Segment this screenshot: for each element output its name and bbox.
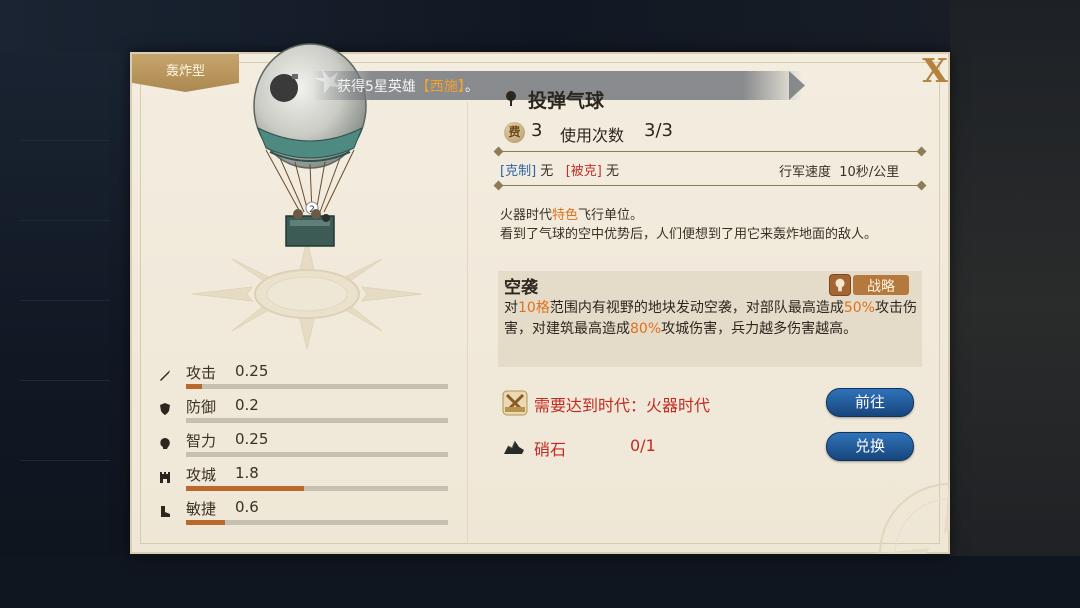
skill-name: 空袭 [504,278,538,298]
stat-bar-fill [186,520,226,525]
stat-intelligence: 智力 0.25 [158,430,458,460]
stat-bar-fill [186,486,304,491]
strategy-icon [829,274,851,296]
go-button[interactable]: 前往 [826,388,914,417]
march-speed: 行军速度 10秒/公里 [779,161,899,180]
stat-label: 敏捷 [186,500,217,518]
background-top [0,0,1080,52]
saltpeter-icon [504,440,524,454]
stat-value: 0.6 [235,498,259,516]
close-button[interactable]: X [916,54,954,88]
background-bottom [0,556,1080,608]
counter-row: [克制] 无 [被克] 无 [500,160,619,179]
divider-rule [498,151,922,152]
stat-bar [186,418,448,423]
cost-value: 3 [531,120,543,141]
stat-bar [186,452,448,457]
stat-agility: 敏捷 0.6 [158,498,458,528]
notice-prefix: 获得5星英雄 [337,79,416,95]
stat-label: 防御 [186,398,217,416]
stat-label: 攻城 [186,466,217,484]
brain-icon [160,438,170,449]
counter-value: 无 [540,164,554,179]
boot-icon [161,506,170,517]
uses-label: 使用次数 [560,126,625,145]
shield-icon [160,403,170,415]
stat-value: 0.2 [235,396,259,414]
unit-detail-panel: 2 轰炸型 获得5星英雄【西施】。 X 攻击 0.25 防御 0.2 智力 0.… [130,43,950,554]
desc-line-1: 火器时代特色飞行单位。 [500,208,644,223]
castle-icon [160,472,170,483]
stat-bar [186,486,448,491]
march-speed-label: 行军速度 [779,165,832,180]
stat-bar [186,384,448,389]
stat-label: 智力 [186,432,217,450]
stat-siege: 攻城 1.8 [158,464,458,494]
stat-value: 1.8 [235,464,259,482]
stat-value: 0.25 [235,362,269,380]
sword-icon [160,370,170,381]
background-left [0,0,130,608]
era-requirement-text: 需要达到时代：火器时代 [534,396,711,415]
desc-line-2: 看到了气球的空中优势后，人们便想到了用它来轰炸地面的敌人。 [500,227,878,242]
notice-suffix: 。 [464,79,479,95]
countered-label: [被克] [565,164,602,179]
unit-type-label: 轰炸型 [165,64,205,79]
notice-hero-name: 【西施】 [415,79,465,95]
resource-name: 硝石 [534,440,567,459]
divider-rule [498,185,922,186]
countered-value: 无 [606,164,620,179]
stat-defense: 防御 0.2 [158,396,458,426]
stat-bar [186,520,448,525]
background-right [950,0,1080,608]
skill-tag: 战略 [829,274,917,296]
unit-name: 投弹气球 [528,90,605,112]
uses-value: 3/3 [644,120,673,141]
skill-box: 空袭 战略 对10格范围内有视野的地块发动空袭，对部队最高造成50%攻击伤害，对… [498,271,922,367]
counter-label: [克制] [500,164,537,179]
corner-decoration [870,474,950,554]
skill-tag-label: 战略 [867,279,895,295]
notice-text: 获得5星英雄【西施】。 [337,76,479,96]
skill-description: 对10格范围内有视野的地块发动空袭，对部队最高造成50%攻击伤害，对建筑最高造成… [504,300,917,337]
march-speed-value: 10秒/公里 [839,165,900,180]
unit-description: 火器时代特色飞行单位。 看到了气球的空中优势后，人们便想到了用它来轰炸地面的敌人… [500,206,920,244]
stat-label: 攻击 [186,364,217,382]
stat-attack: 攻击 0.25 [158,362,458,392]
stat-bar-fill [186,384,202,389]
stat-value: 0.25 [235,430,269,448]
panel-divider [467,102,468,542]
crossed-swords-icon [502,390,528,416]
bomb-icon [506,91,516,106]
cost-coin-icon: 费 [504,122,525,143]
resource-count: 0/1 [630,436,656,455]
